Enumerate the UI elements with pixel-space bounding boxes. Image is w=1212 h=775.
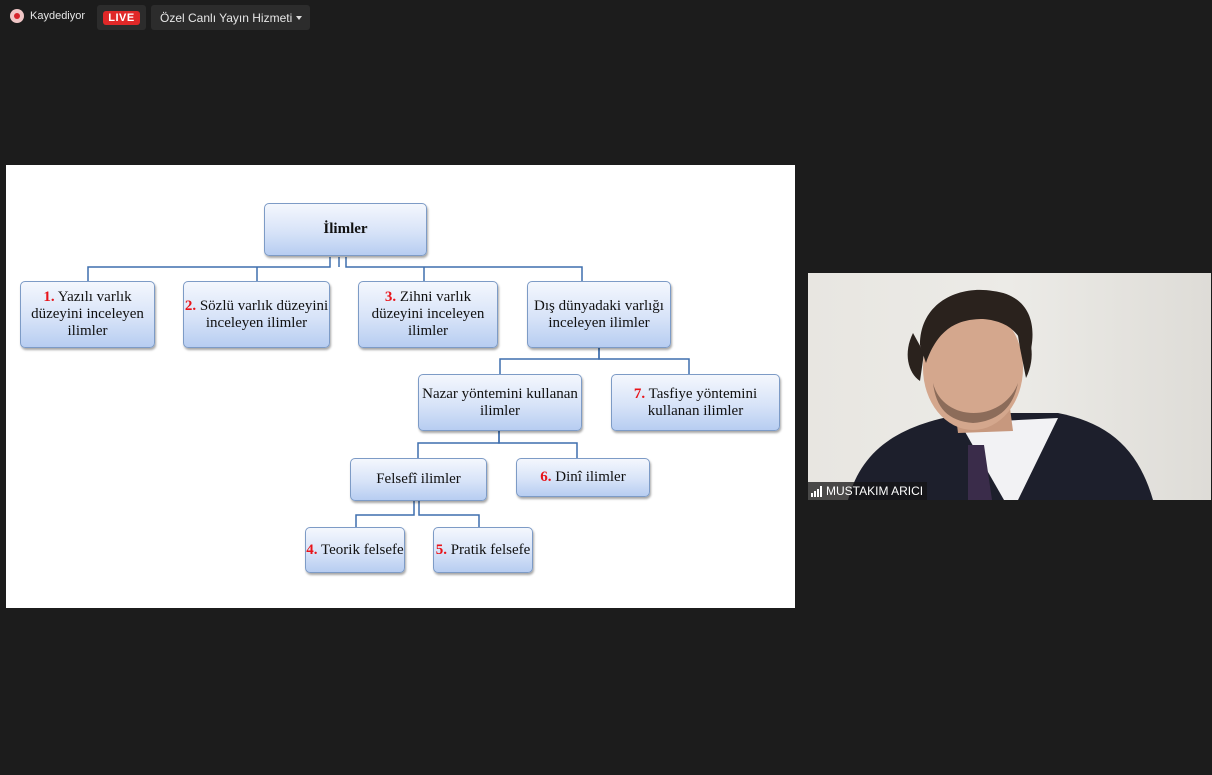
participant-avatar [848, 289, 1153, 500]
record-icon [10, 9, 24, 23]
participant-name: MUSTAKIM ARICI [826, 484, 924, 498]
node-number: 1. [43, 289, 55, 305]
node-dini: 6. Dinî ilimler [516, 458, 650, 497]
node-number: 4. [306, 541, 318, 558]
node-yazili: 1. Yazılı varlık düzeyini inceleyen ilim… [20, 281, 155, 348]
node-label: Sözlü varlık düzeyini inceleyen ilimler [199, 297, 329, 331]
live-button[interactable]: LIVE [97, 5, 146, 30]
node-label: İlimler [323, 221, 368, 237]
node-tasfiye: 7. Tasfiye yöntemini kullanan ilimler [611, 374, 780, 431]
node-dis-dunya: Dış dünyadaki varlığı inceleyen ilimler [527, 281, 671, 348]
live-label: LIVE [103, 10, 140, 25]
node-felsefi: Felsefî ilimler [350, 458, 487, 501]
chevron-down-icon [296, 16, 302, 20]
node-label: Tasfiye yöntemini kullanan ilimler [647, 385, 758, 419]
node-nazar: Nazar yöntemini kullanan ilimler [418, 374, 582, 431]
recording-label: Kaydediyor [30, 10, 86, 22]
node-label: Felsefî ilimler [376, 471, 461, 487]
node-label: Nazar yöntemini kullanan ilimler [422, 385, 578, 419]
node-label: Dinî ilimler [555, 469, 626, 485]
node-number: 5. [435, 541, 447, 558]
node-label: Teorik felsefe [321, 541, 404, 558]
participant-name-tag: MUSTAKIM ARICI [808, 482, 928, 500]
stream-label: Özel Canlı Yayın Hizmeti [160, 10, 293, 25]
signal-bars-icon [811, 485, 822, 497]
node-label: Pratik felsefe [450, 541, 531, 558]
node-label: Dış dünyadaki varlığı inceleyen ilimler [534, 297, 664, 331]
node-pratik: 5. Pratik felsefe [433, 527, 533, 573]
node-sozlu: 2. Sözlü varlık düzeyini inceleyen iliml… [183, 281, 330, 348]
node-number: 6. [540, 469, 552, 485]
node-number: 7. [633, 385, 646, 402]
node-ilimler: İlimler [264, 203, 427, 256]
shared-screen-slide: İlimler 1. Yazılı varlık düzeyini incele… [6, 165, 795, 608]
participant-video[interactable] [808, 273, 1211, 500]
recording-indicator: Kaydediyor [10, 9, 85, 23]
live-stream-dropdown[interactable]: Özel Canlı Yayın Hizmeti [151, 5, 310, 30]
node-number: 3. [384, 289, 397, 305]
node-number: 2. [184, 297, 197, 314]
node-teorik: 4. Teorik felsefe [305, 527, 405, 573]
node-zihni: 3. Zihni varlık düzeyini inceleyen iliml… [358, 281, 498, 348]
